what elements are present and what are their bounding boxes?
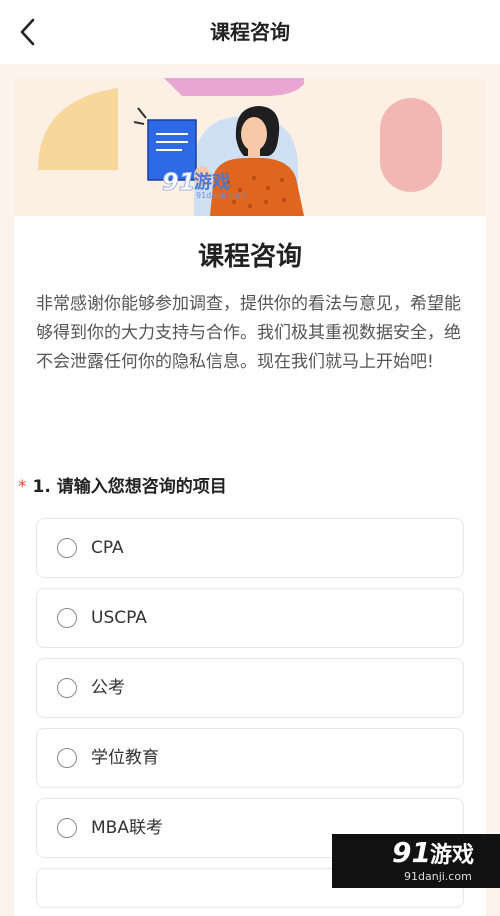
watermark-logo: 91 游戏 91danji.com <box>162 166 262 201</box>
radio-icon[interactable] <box>57 608 77 628</box>
option-uscpa[interactable]: USCPA <box>36 588 464 648</box>
back-button[interactable] <box>12 14 42 50</box>
question-1: * 1. 请输入您想咨询的项目 <box>18 472 478 497</box>
option-label: USCPA <box>91 608 147 628</box>
option-cpa[interactable]: CPA <box>36 518 464 578</box>
watermark-brand-text: 游戏 <box>194 171 230 193</box>
corner-brand-text: 游戏 <box>430 842 474 868</box>
option-degree-education[interactable]: 学位教育 <box>36 728 464 788</box>
svg-text:91: 91 <box>392 836 431 869</box>
radio-icon[interactable] <box>57 818 77 838</box>
watermark-url-text: 91danji.com <box>196 191 246 200</box>
option-label: MBA联考 <box>91 818 163 838</box>
radio-icon[interactable] <box>57 678 77 698</box>
option-label: 学位教育 <box>91 748 159 768</box>
corner-url-text: 91danji.com <box>404 870 472 883</box>
radio-icon[interactable] <box>57 538 77 558</box>
chevron-left-icon <box>20 18 35 46</box>
radio-icon[interactable] <box>57 748 77 768</box>
corner-watermark: 91 游戏 91danji.com <box>332 834 500 888</box>
banner: 91 游戏 91danji.com <box>14 78 486 216</box>
option-civil-exam[interactable]: 公考 <box>36 658 464 718</box>
page-title: 课程咨询 <box>210 20 290 44</box>
required-marker: * <box>18 477 27 497</box>
option-label: CPA <box>91 538 124 558</box>
form-title: 课程咨询 <box>197 242 302 272</box>
option-label: 公考 <box>91 678 125 698</box>
svg-text:91: 91 <box>162 168 195 196</box>
nav-bar: 课程咨询 <box>0 0 500 64</box>
form-intro: 非常感谢你能够参加调查，提供你的看法与意见，希望能够得到你的大力支持与合作。我们… <box>36 294 461 372</box>
question-1-text: 1. 请输入您想咨询的项目 <box>32 477 227 497</box>
